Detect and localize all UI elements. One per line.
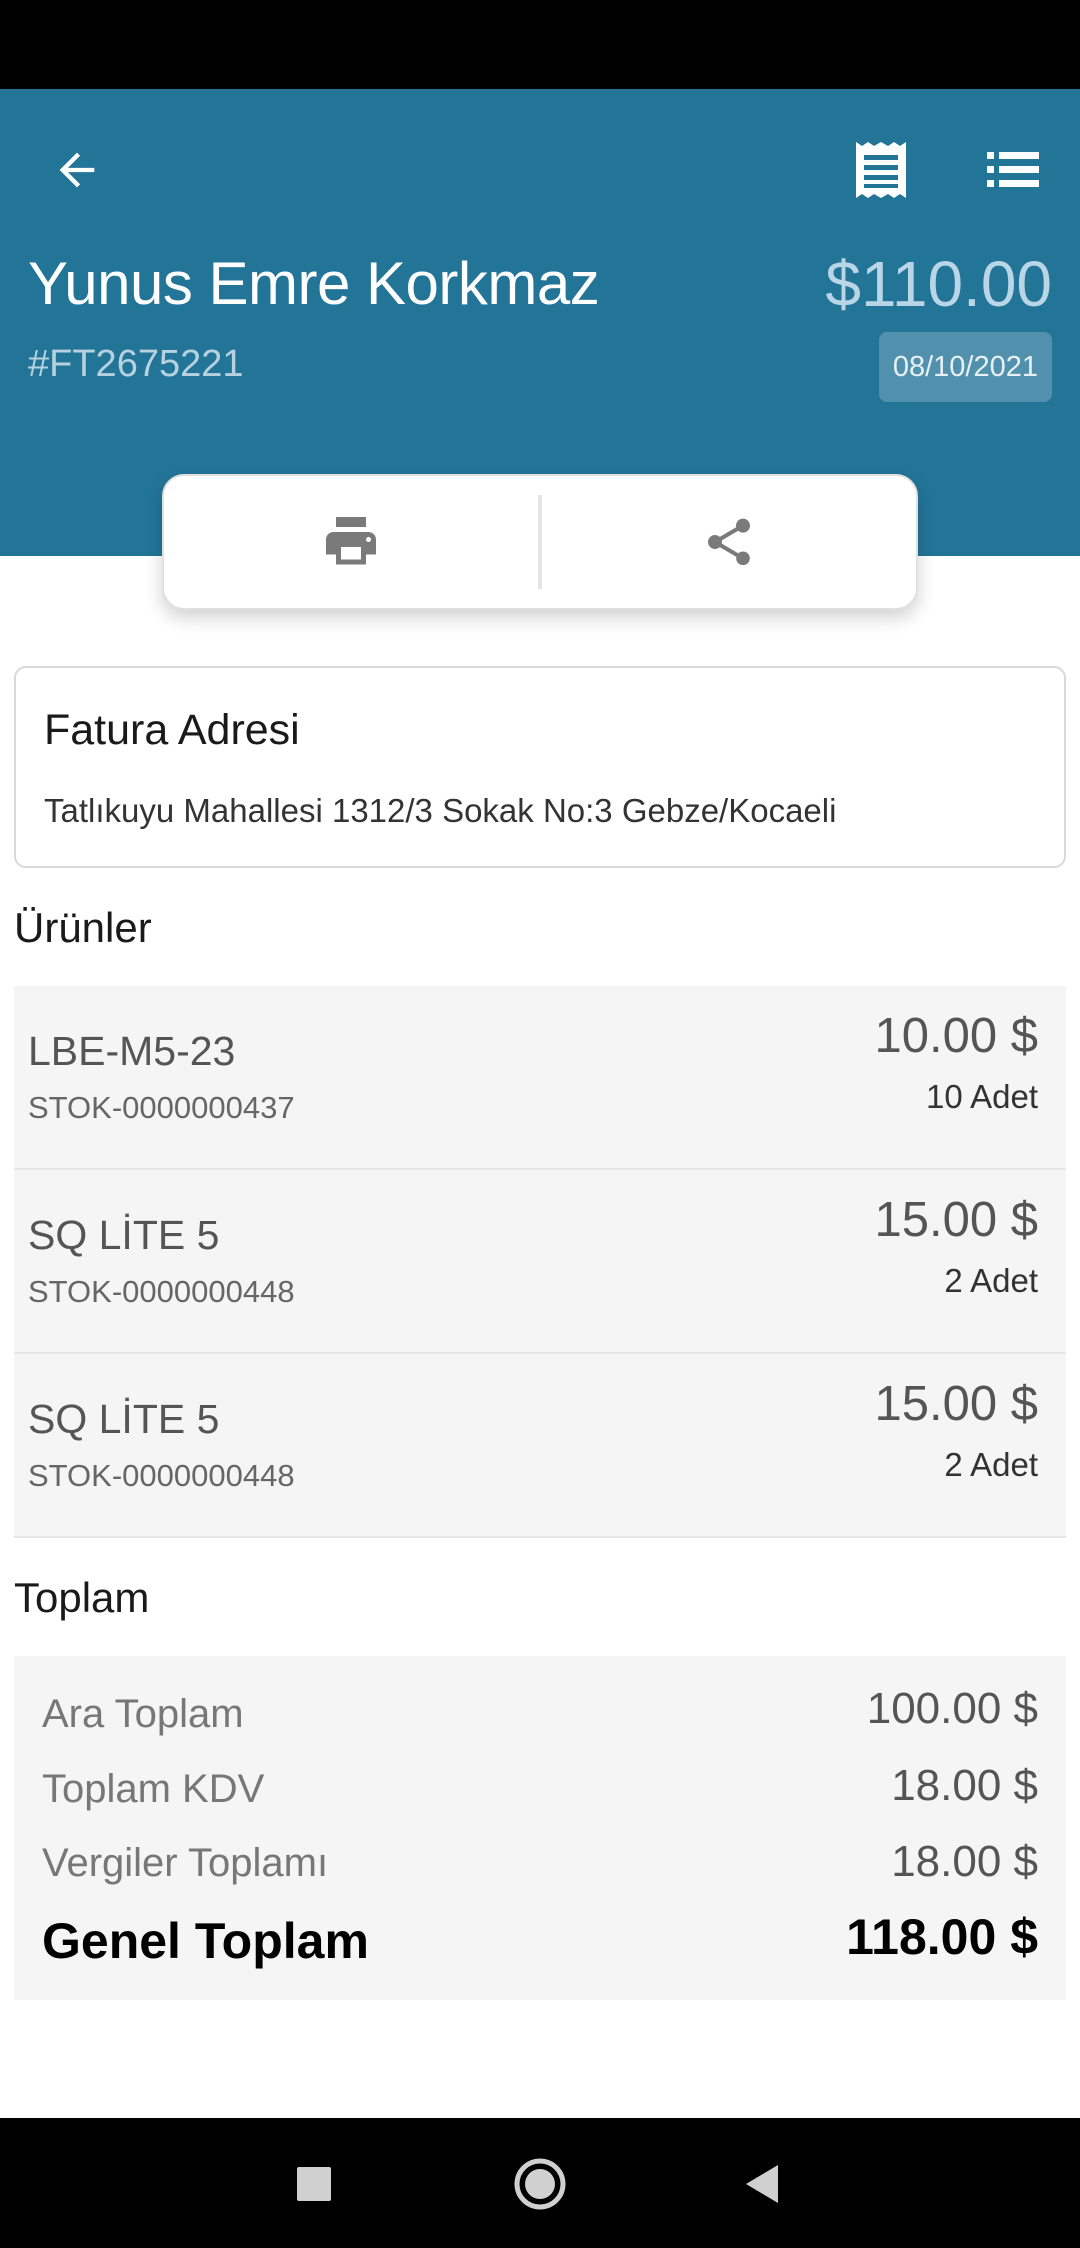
receipt-icon (856, 142, 906, 198)
status-bar (0, 0, 1080, 89)
totals-box: Ara Toplam 100.00 $ Toplam KDV 18.00 $ V… (14, 1656, 1066, 2000)
product-price: 15.00 $ (874, 1377, 1039, 1431)
address-text: Tatlıkuyu Mahallesi 1312/3 Sokak No:3 Ge… (44, 792, 837, 829)
receipt-button[interactable] (844, 133, 918, 207)
back-nav-button[interactable] (720, 2142, 804, 2226)
product-price: 15.00 $ (874, 1193, 1039, 1247)
date-badge: 08/10/2021 (878, 332, 1052, 402)
products-title: Ürünler (14, 904, 152, 951)
back-nav-icon (746, 2165, 778, 2203)
product-row[interactable]: LBE-M5-23 STOK-0000000437 10.00 $ 10 Ade… (14, 986, 1066, 1170)
product-name: LBE-M5-23 (28, 1028, 236, 1074)
product-quantity: 10 Adet (926, 1078, 1038, 1115)
share-button[interactable] (542, 476, 916, 608)
vat-label: Toplam KDV (42, 1767, 265, 1811)
taxes-value: 18.00 $ (891, 1837, 1038, 1886)
taxes-label: Vergiler Toplamı (42, 1841, 329, 1885)
product-row[interactable]: SQ LİTE 5 STOK-0000000448 15.00 $ 2 Adet (14, 1354, 1066, 1538)
product-code: STOK-0000000448 (28, 1458, 295, 1493)
product-list: LBE-M5-23 STOK-0000000437 10.00 $ 10 Ade… (14, 986, 1066, 1538)
home-button[interactable] (498, 2142, 582, 2226)
customer-name: Yunus Emre Korkmaz (28, 250, 600, 317)
print-icon (326, 517, 376, 565)
product-quantity: 2 Adet (944, 1446, 1038, 1483)
product-name: SQ LİTE 5 (28, 1212, 220, 1258)
back-arrow-icon (59, 152, 95, 188)
product-row[interactable]: SQ LİTE 5 STOK-0000000448 15.00 $ 2 Adet (14, 1170, 1066, 1354)
invoice-total: $110.00 (825, 248, 1052, 320)
product-quantity: 2 Adet (944, 1262, 1038, 1299)
subtotal-label: Ara Toplam (42, 1692, 244, 1736)
print-button[interactable] (164, 476, 538, 608)
list-icon (987, 152, 1039, 187)
billing-address-card: Fatura Adresi Tatlıkuyu Mahallesi 1312/3… (14, 666, 1066, 868)
back-button[interactable] (40, 133, 114, 207)
product-code: STOK-0000000448 (28, 1274, 295, 1309)
product-price: 10.00 $ (874, 1009, 1039, 1063)
subtotal-value: 100.00 $ (866, 1684, 1038, 1733)
action-card (162, 474, 918, 610)
product-code: STOK-0000000437 (28, 1090, 295, 1125)
address-title: Fatura Adresi (44, 706, 300, 754)
grand-total-label: Genel Toplam (42, 1913, 369, 1969)
home-icon (514, 2158, 566, 2210)
product-name: SQ LİTE 5 (28, 1396, 220, 1442)
vat-value: 18.00 $ (891, 1761, 1038, 1810)
share-icon (708, 518, 750, 566)
recent-apps-icon (297, 2167, 331, 2201)
navigation-bar (0, 2118, 1080, 2248)
recent-apps-button[interactable] (272, 2142, 356, 2226)
list-button[interactable] (976, 133, 1050, 207)
grand-total-value: 118.00 $ (846, 1909, 1038, 1965)
totals-title: Toplam (14, 1574, 150, 1621)
invoice-number: #FT2675221 (28, 343, 244, 385)
